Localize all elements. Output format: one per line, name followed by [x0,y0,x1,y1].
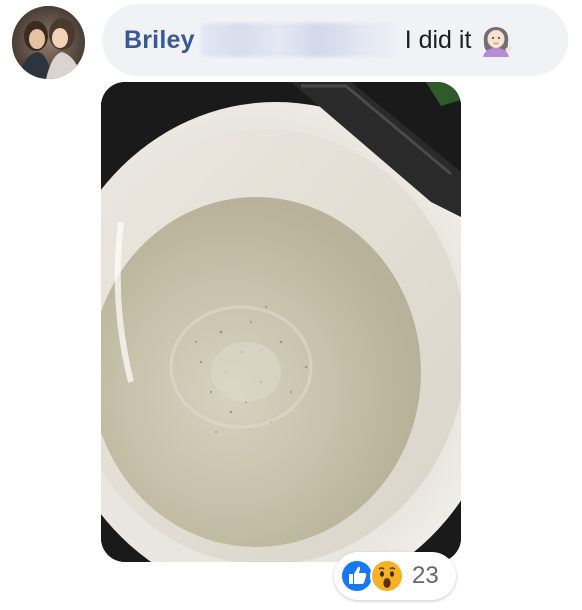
comment-author-name[interactable]: Briley [124,26,195,55]
avatar-photo [12,6,85,79]
comment-bubble: Briley I did it [102,4,568,76]
comment-text: I did it [404,25,472,54]
reactions-summary[interactable]: 23 [334,552,456,600]
comment-photo-attachment[interactable] [101,82,461,562]
woman-tipping-hand-icon [483,27,513,57]
like-icon [340,559,374,593]
comment-thread: Briley I did it 23 [0,0,582,610]
redacted-surname-blur [200,23,397,57]
reaction-count: 23 [412,562,439,589]
wow-icon [370,559,404,593]
mug-photo-image [101,82,461,562]
author-avatar[interactable] [12,6,85,79]
